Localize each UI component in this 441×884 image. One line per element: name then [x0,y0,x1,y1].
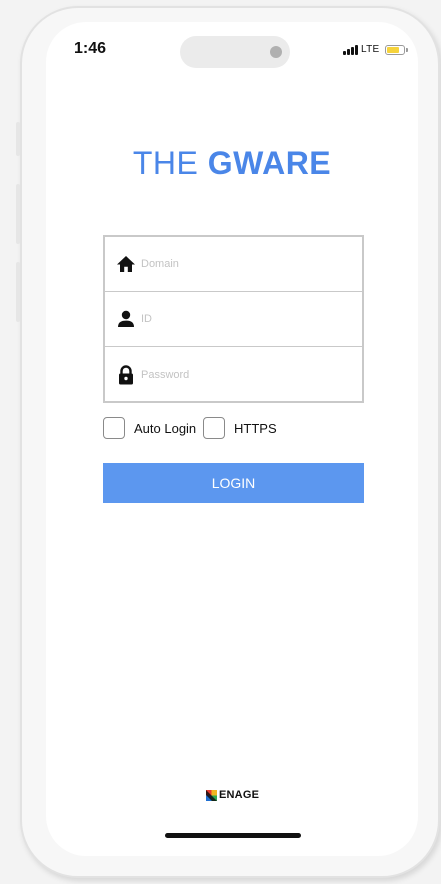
login-form [103,235,364,403]
app-title-prefix: THE [132,145,199,181]
status-time: 1:46 [74,40,107,57]
id-input[interactable] [141,313,351,325]
https-option[interactable]: HTTPS [203,417,277,439]
brand-logo-icon [206,789,217,801]
https-checkbox[interactable] [203,417,225,439]
login-button[interactable]: LOGIN [103,463,364,503]
brand-footer: ENAGE [206,789,259,801]
volume-down-button [16,262,20,322]
network-label: LTE [361,44,380,55]
volume-up-button [16,184,20,244]
app-title: THE GWARE [46,145,418,182]
id-field [105,292,362,347]
https-label: HTTPS [234,420,277,436]
app-title-bold: GWARE [207,145,332,181]
home-icon [117,256,135,272]
brand-name: ENAGE [219,789,260,801]
phone-screen: 1:46 LTE THE GWARE Domain ID Auto Login … [46,22,418,856]
page: 1:46 LTE THE GWARE Domain ID Auto Login … [0,0,441,884]
user-icon [118,310,134,327]
password-field [105,347,362,402]
auto-login-checkbox[interactable] [103,417,125,439]
domain-field [105,237,362,292]
auto-login-option[interactable]: Auto Login [103,417,196,439]
signal-icon [343,44,358,55]
home-indicator[interactable] [165,833,301,838]
auto-login-label: Auto Login [134,420,197,436]
battery-icon [384,44,408,55]
password-input[interactable] [141,368,351,381]
battery-fill [386,46,399,53]
silent-switch [16,122,20,156]
domain-input[interactable] [141,258,351,270]
dynamic-island [180,36,290,68]
lock-icon [119,364,133,384]
status-indicators: LTE [343,44,408,55]
camera-dot [270,46,282,58]
